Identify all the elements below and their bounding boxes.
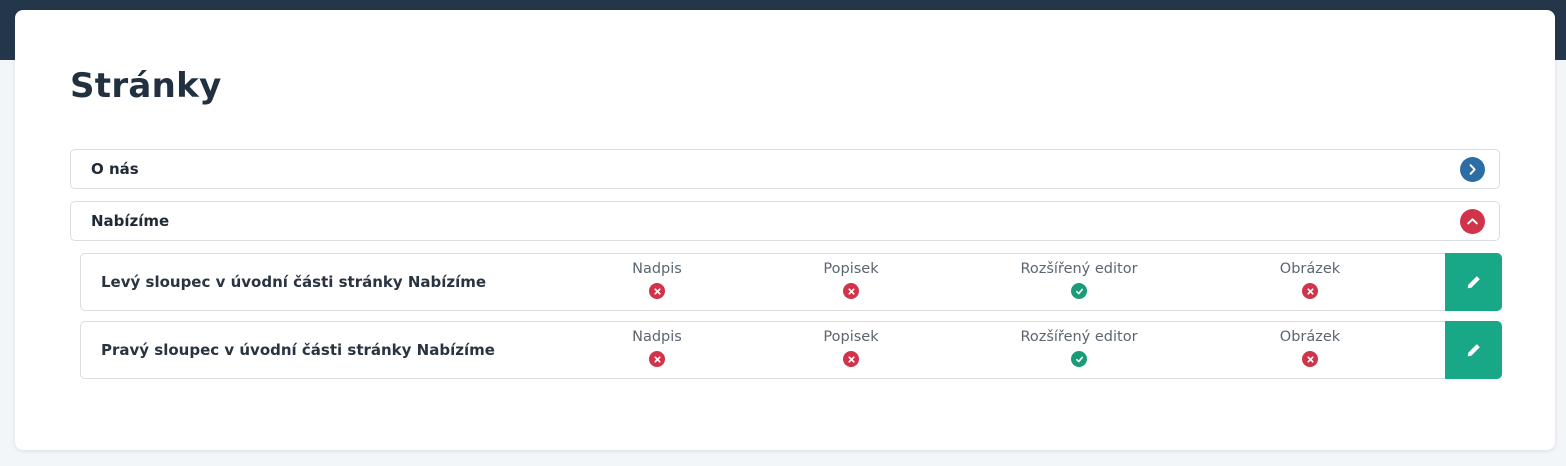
cross-icon [843,351,859,367]
accordion-header-nabizime[interactable]: Nabízíme [70,201,1500,241]
cross-icon [1302,351,1318,367]
field-label: Obrázek [1279,329,1341,345]
cross-icon [649,283,665,299]
field-popisek: Popisek [761,328,941,368]
content-card: Stránky O nás Nabízíme Levý sloupec v úv… [15,10,1555,450]
field-label: Rozšířený editor [1020,261,1138,277]
row-title: Pravý sloupec v úvodní části stránky Nab… [101,341,495,359]
field-label: Nadpis [632,261,682,277]
row-title: Levý sloupec v úvodní části stránky Nabí… [101,273,487,291]
check-icon [1071,351,1087,367]
field-label: Obrázek [1279,261,1341,277]
field-label: Nadpis [632,329,682,345]
field-rozsireny-editor: Rozšířený editor [989,328,1169,368]
cross-icon [1302,283,1318,299]
list-item: Pravý sloupec v úvodní části stránky Nab… [80,321,1502,379]
accordion-label: Nabízíme [91,212,170,230]
field-label: Popisek [823,261,879,277]
field-label: Popisek [823,329,879,345]
field-obrazek: Obrázek [1220,260,1400,300]
pencil-icon [1467,276,1480,289]
cross-icon [649,351,665,367]
field-rozsireny-editor: Rozšířený editor [989,260,1169,300]
page-title: Stránky [70,66,222,106]
edit-button[interactable] [1445,253,1502,311]
field-nadpis: Nadpis [567,328,747,368]
field-label: Rozšířený editor [1020,329,1138,345]
pencil-icon [1467,344,1480,357]
check-icon [1071,283,1087,299]
chevron-up-icon[interactable] [1460,209,1485,234]
edit-button[interactable] [1445,321,1502,379]
accordion-header-o-nas[interactable]: O nás [70,149,1500,189]
list-item: Levý sloupec v úvodní části stránky Nabí… [80,253,1502,311]
field-obrazek: Obrázek [1220,328,1400,368]
field-popisek: Popisek [761,260,941,300]
cross-icon [843,283,859,299]
chevron-right-icon[interactable] [1460,157,1485,182]
field-nadpis: Nadpis [567,260,747,300]
accordion-label: O nás [91,160,139,178]
